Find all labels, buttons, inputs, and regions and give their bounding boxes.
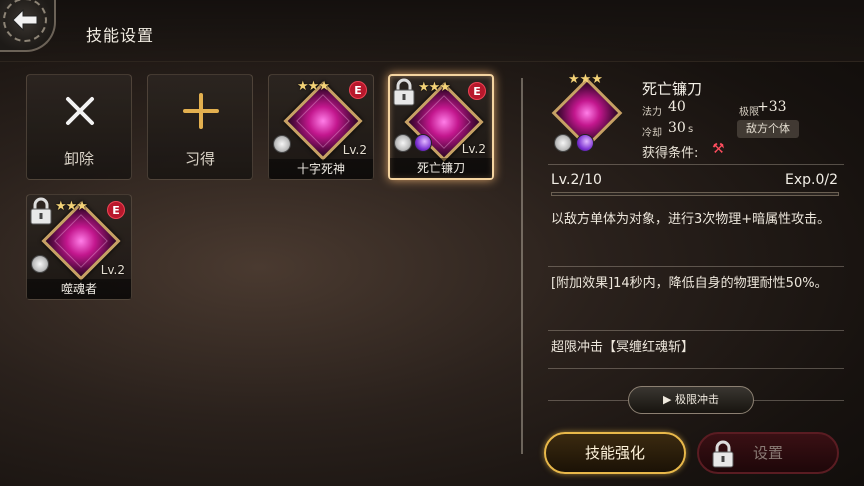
unequip-button[interactable]: 卸除 [26,74,132,180]
star-rating: ★★★ [418,80,451,95]
unequip-label: 卸除 [63,150,94,168]
limit-burst-button[interactable]: ▶ 极限冲击 [628,386,754,414]
rank-badge: E [107,201,125,219]
dark-element-icon [576,134,594,152]
lock-icon [393,78,415,106]
divider-line [548,266,844,267]
mana-label: 法力 [642,107,662,118]
exp-progress-bar [551,192,839,196]
skill-name: 噬魂者 [27,279,131,299]
panel-divider [521,78,523,454]
cooldown-label: 冷却 [642,128,662,139]
divider-line [548,330,844,331]
skill-level: Lv.2 [342,143,367,157]
mana-value: 40 [668,99,686,115]
page-title: 技能设置 [86,26,155,45]
skill-additional-effect: [附加效果]14秒内，降低自身的物理耐性50%。 [551,276,828,291]
detail-exp: Exp.0/2 [785,172,838,188]
light-element-icon [273,135,291,153]
limit-burst-name: 超限冲击【冥缠红魂斩】 [551,340,695,355]
rank-badge: E [468,82,486,100]
divider-line [548,368,844,369]
setting-label: 设置 [753,444,784,462]
learn-button[interactable]: 习得 [147,74,253,180]
light-element-icon [554,134,572,152]
skill-level: Lv.2 [100,263,125,277]
skill-card-soul-eater[interactable]: ★★★ E Lv.2 噬魂者 [26,194,132,300]
skill-level: Lv.2 [461,142,486,156]
skill-description: 以敌方单体为对象，进行3次物理+暗属性攻击。 [551,212,831,227]
target-tag: 敌方个体 [737,120,799,138]
cooldown-value: 30 [668,120,686,136]
arrow-left-icon [12,9,38,31]
learn-label: 习得 [184,150,215,168]
close-icon [66,97,94,125]
dark-element-icon [414,134,432,152]
cooldown-unit: s [688,124,694,135]
star-rating: ★★★ [55,199,88,214]
skill-enhance-button[interactable]: 技能强化 [544,432,686,474]
scythe-icon: ⚒ [712,141,725,157]
detail-skill-name: 死亡镰刀 [642,80,703,98]
acquire-condition-label: 获得条件: [642,146,699,161]
divider-line [548,164,844,165]
plus-icon [183,93,219,129]
skill-card-death-scythe[interactable]: ★★★ E Lv.2 死亡镰刀 [388,74,494,180]
detail-level: Lv.2/10 [551,172,602,188]
light-element-icon [31,255,49,273]
skill-card-cross-reaper[interactable]: ★★★ E Lv.2 十字死神 [268,74,374,180]
skill-name: 死亡镰刀 [390,158,492,178]
setting-button[interactable]: 设置 [697,432,839,474]
star-rating: ★★★ [297,79,330,94]
light-element-icon [394,134,412,152]
limit-value: +33 [757,99,787,115]
skill-name: 十字死神 [269,159,373,179]
lock-icon [30,197,52,225]
detail-star-rating: ★★★ [568,72,603,87]
lock-icon [712,440,734,468]
rank-badge: E [349,81,367,99]
limit-label: 极限 [739,107,759,118]
